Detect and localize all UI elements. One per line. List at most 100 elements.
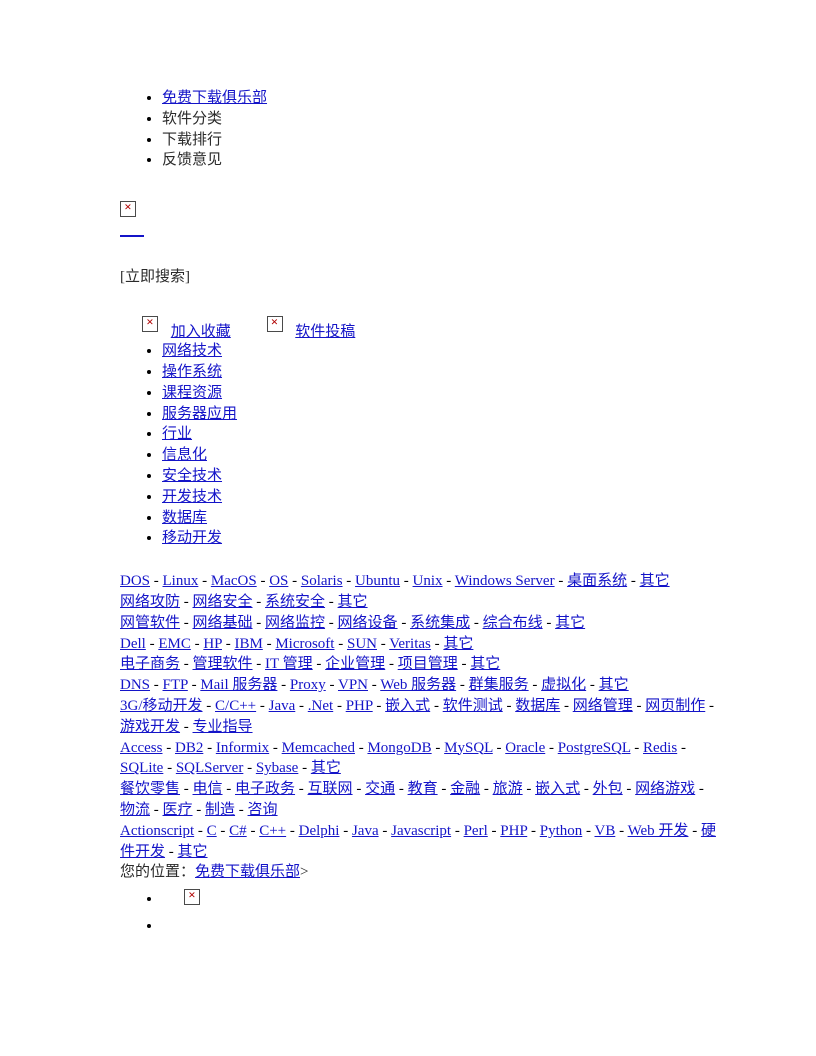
sub-category-link[interactable]: 项目管理 <box>398 656 458 672</box>
sub-category-link[interactable]: HP <box>203 636 222 652</box>
sub-category-link[interactable]: 网络攻防 <box>120 594 180 610</box>
category-item[interactable]: 网络技术 <box>162 341 716 362</box>
sub-category-link[interactable]: Sybase <box>256 760 299 776</box>
sub-category-link[interactable]: 虚拟化 <box>541 677 586 693</box>
sub-category-link[interactable]: Informix <box>216 740 269 756</box>
sub-category-link[interactable]: 游戏开发 <box>120 719 180 735</box>
sub-category-link[interactable]: Javascript <box>391 823 451 839</box>
sub-category-link[interactable]: PHP <box>500 823 527 839</box>
sub-category-link[interactable]: Solaris <box>301 573 343 589</box>
sub-category-link[interactable]: 网页制作 <box>645 698 705 714</box>
category-item[interactable]: 开发技术 <box>162 487 716 508</box>
sub-category-link[interactable]: FTP <box>163 677 188 693</box>
sub-category-link[interactable]: 餐饮零售 <box>120 781 180 797</box>
category-item[interactable]: 服务器应用 <box>162 404 716 425</box>
sub-category-link[interactable]: Web 服务器 <box>380 677 456 693</box>
sub-category-link[interactable]: 数据库 <box>515 698 560 714</box>
top-nav-link[interactable]: 免费下载俱乐部 <box>162 90 267 106</box>
sub-category-link[interactable]: 3G/移动开发 <box>120 698 203 714</box>
sub-category-link[interactable]: 电子商务 <box>120 656 180 672</box>
sub-category-link[interactable]: 制造 <box>205 802 235 818</box>
sub-category-link[interactable]: 其它 <box>640 573 670 589</box>
category-link[interactable]: 服务器应用 <box>162 406 237 422</box>
sub-category-link[interactable]: 群集服务 <box>469 677 529 693</box>
sub-category-link[interactable]: 网络基础 <box>193 615 253 631</box>
sub-category-link[interactable]: Dell <box>120 636 146 652</box>
sub-category-link[interactable]: C/C++ <box>215 698 256 714</box>
sub-category-link[interactable]: 其它 <box>470 656 500 672</box>
category-link[interactable]: 开发技术 <box>162 489 222 505</box>
sub-category-link[interactable]: EMC <box>158 636 191 652</box>
sub-category-link[interactable]: .Net <box>308 698 333 714</box>
sub-category-link[interactable]: SQLServer <box>176 760 244 776</box>
sub-category-link[interactable]: 网络设备 <box>338 615 398 631</box>
sub-category-link[interactable]: 软件测试 <box>443 698 503 714</box>
sub-category-link[interactable]: 其它 <box>555 615 585 631</box>
top-nav-item[interactable]: 免费下载俱乐部 <box>162 88 716 109</box>
sub-category-link[interactable]: 网络监控 <box>265 615 325 631</box>
sub-category-link[interactable]: Access <box>120 740 162 756</box>
sub-category-link[interactable]: 旅游 <box>493 781 523 797</box>
submit-software-link[interactable]: 软件投稿 <box>295 324 355 340</box>
search-button[interactable]: [立即搜索] <box>120 269 190 285</box>
sub-category-link[interactable]: 物流 <box>120 802 150 818</box>
sub-category-link[interactable]: Python <box>540 823 583 839</box>
sub-category-link[interactable]: 医疗 <box>163 802 193 818</box>
sub-category-link[interactable]: VB <box>594 823 615 839</box>
sub-category-link[interactable]: 专业指导 <box>193 719 253 735</box>
category-link[interactable]: 信息化 <box>162 447 207 463</box>
sub-category-link[interactable]: Java <box>269 698 296 714</box>
sub-category-link[interactable]: 网络管理 <box>573 698 633 714</box>
sub-category-link[interactable]: Memcached <box>282 740 355 756</box>
category-item[interactable]: 安全技术 <box>162 466 716 487</box>
category-link[interactable]: 操作系统 <box>162 364 222 380</box>
sub-category-link[interactable]: Ubuntu <box>355 573 400 589</box>
sub-category-link[interactable]: 其它 <box>178 844 208 860</box>
sub-category-link[interactable]: 其它 <box>599 677 629 693</box>
sub-category-link[interactable]: Proxy <box>290 677 326 693</box>
sub-category-link[interactable]: 电子政务 <box>235 781 295 797</box>
sub-category-link[interactable]: Windows Server <box>455 573 555 589</box>
top-nav-item[interactable]: 下载排行 <box>162 130 716 151</box>
sub-category-link[interactable]: SUN <box>347 636 377 652</box>
sub-category-link[interactable]: 外包 <box>593 781 623 797</box>
sub-category-link[interactable]: Java <box>352 823 379 839</box>
sub-category-link[interactable]: 金融 <box>450 781 480 797</box>
sub-category-link[interactable]: DNS <box>120 677 150 693</box>
sub-category-link[interactable]: 嵌入式 <box>385 698 430 714</box>
sub-category-link[interactable]: Actionscript <box>120 823 194 839</box>
sub-category-link[interactable]: 网管软件 <box>120 615 180 631</box>
sub-category-link[interactable]: Veritas <box>389 636 431 652</box>
sub-category-link[interactable]: 其它 <box>338 594 368 610</box>
sub-category-link[interactable]: 企业管理 <box>325 656 385 672</box>
top-nav-item[interactable]: 反馈意见 <box>162 150 716 171</box>
sub-category-link[interactable]: 交通 <box>365 781 395 797</box>
sub-category-link[interactable]: Delphi <box>299 823 340 839</box>
sub-category-link[interactable]: DOS <box>120 573 150 589</box>
category-link[interactable]: 课程资源 <box>162 385 222 401</box>
sub-category-link[interactable]: IBM <box>234 636 262 652</box>
sub-category-link[interactable]: Oracle <box>505 740 545 756</box>
empty-link[interactable] <box>120 226 144 238</box>
sub-category-link[interactable]: 桌面系统 <box>567 573 627 589</box>
sub-category-link[interactable]: Microsoft <box>275 636 334 652</box>
sub-category-link[interactable]: C++ <box>259 823 286 839</box>
sub-category-link[interactable]: Redis <box>643 740 677 756</box>
sub-category-link[interactable]: SQLite <box>120 760 163 776</box>
sub-category-link[interactable]: Perl <box>464 823 488 839</box>
sub-category-link[interactable]: 其它 <box>311 760 341 776</box>
category-item[interactable]: 数据库 <box>162 508 716 529</box>
sub-category-link[interactable]: 电信 <box>193 781 223 797</box>
sub-category-link[interactable]: 综合布线 <box>483 615 543 631</box>
category-item[interactable]: 移动开发 <box>162 528 716 549</box>
category-item[interactable]: 行业 <box>162 424 716 445</box>
sub-category-link[interactable]: 教育 <box>408 781 438 797</box>
top-nav-item[interactable]: 软件分类 <box>162 109 716 130</box>
sub-category-link[interactable]: VPN <box>338 677 368 693</box>
list-item[interactable] <box>162 913 716 940</box>
sub-category-link[interactable]: C <box>207 823 217 839</box>
sub-category-link[interactable]: 管理软件 <box>193 656 253 672</box>
sub-category-link[interactable]: 网络游戏 <box>635 781 695 797</box>
sub-category-link[interactable]: IT 管理 <box>265 656 313 672</box>
sub-category-link[interactable]: Web 开发 <box>628 823 689 839</box>
